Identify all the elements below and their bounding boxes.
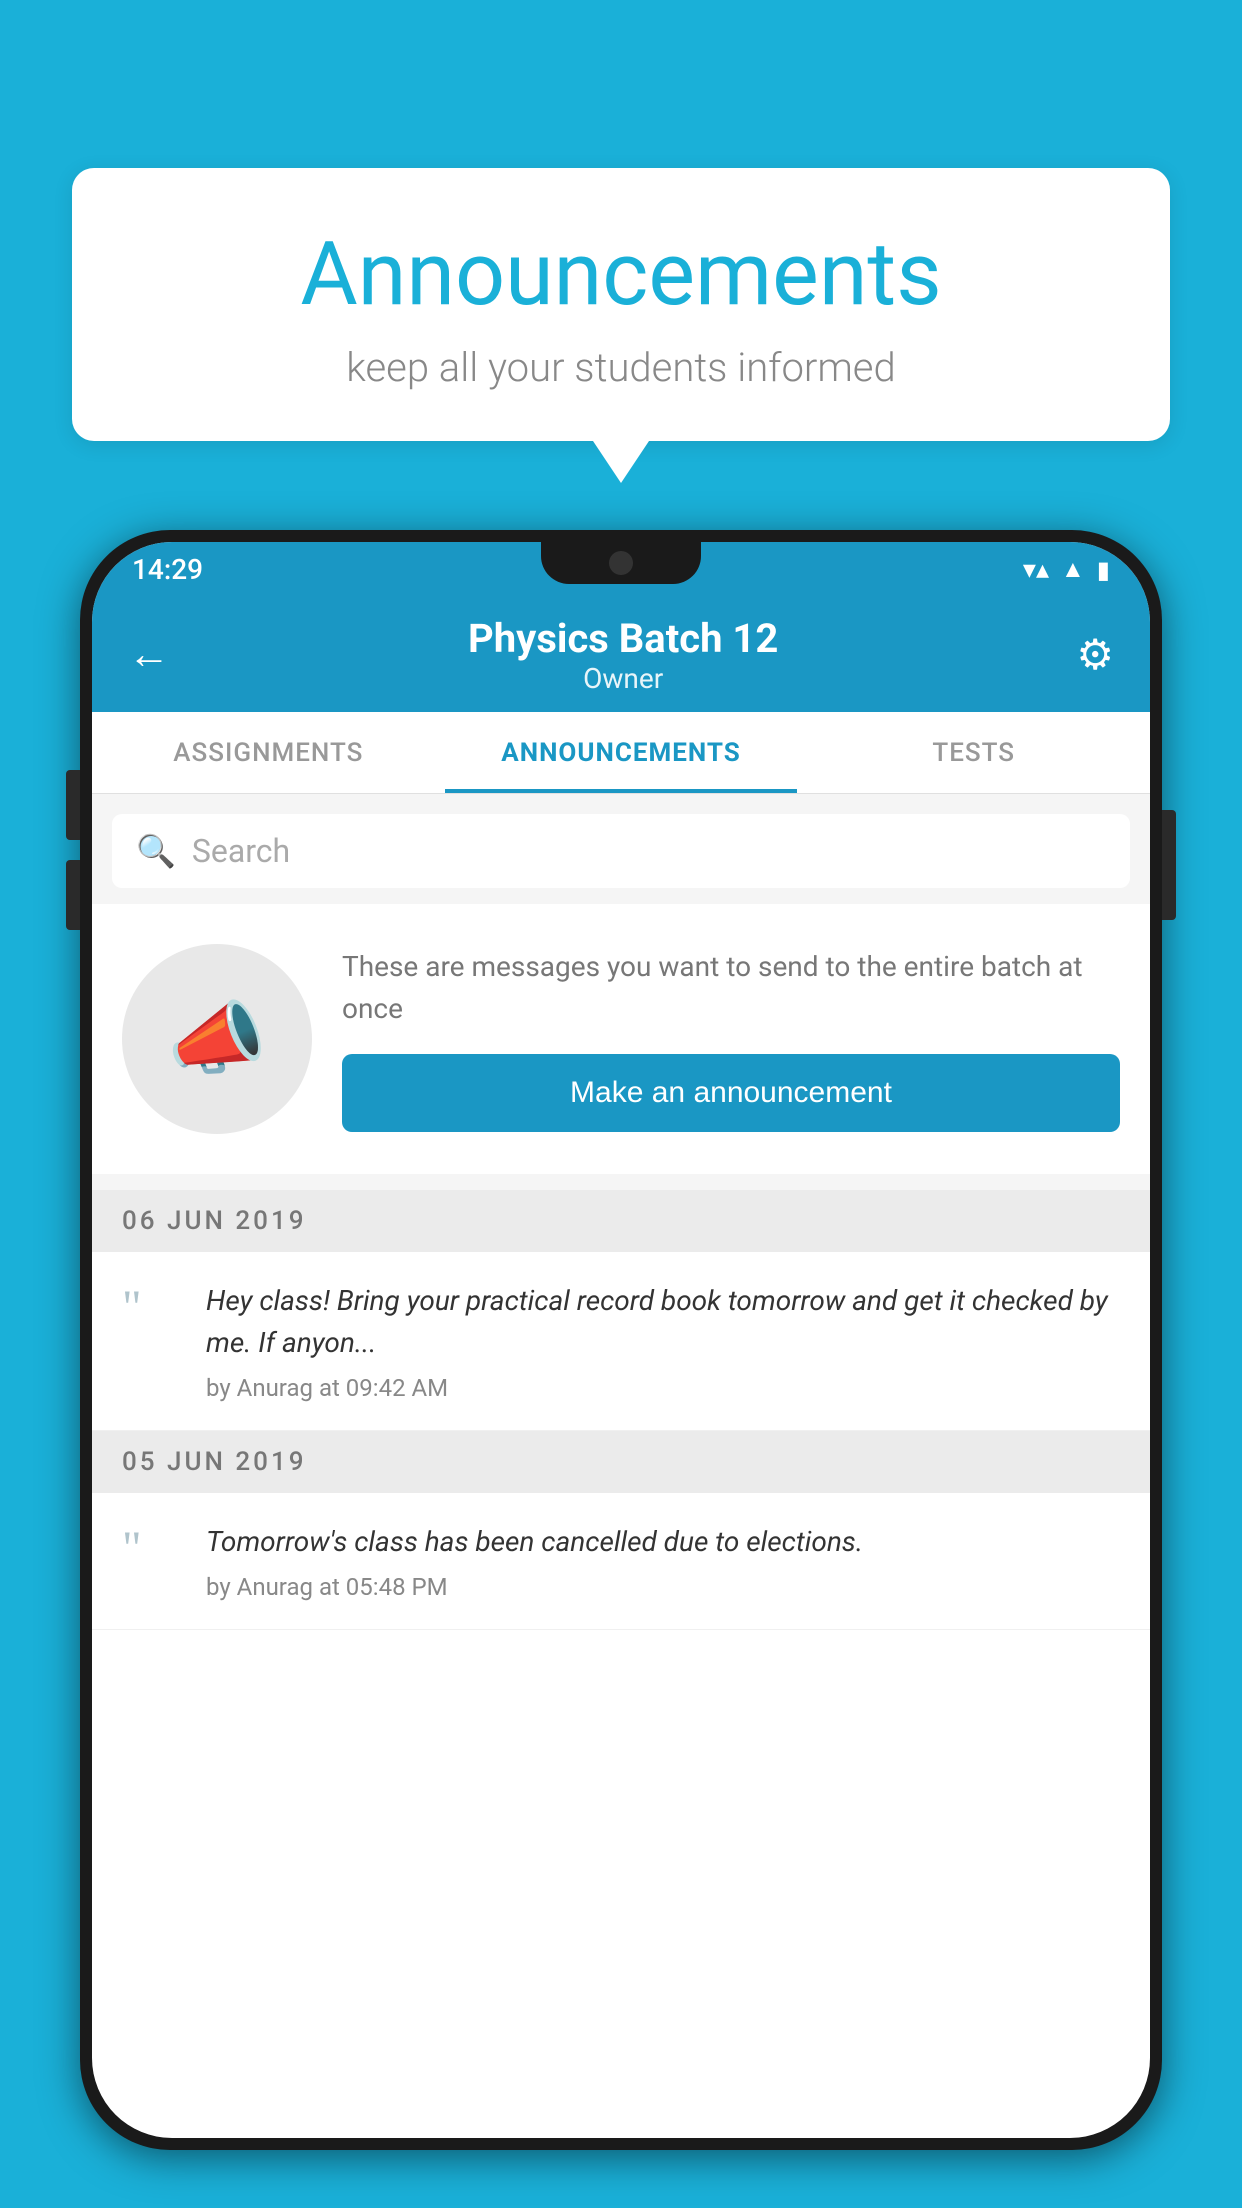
quote-icon-1: ": [122, 1280, 182, 1332]
announcement-meta-2: by Anurag at 05:48 PM: [206, 1573, 1120, 1601]
phone-camera: [609, 551, 633, 575]
bubble-subtitle: keep all your students informed: [132, 344, 1110, 391]
search-bar[interactable]: 🔍 Search: [112, 814, 1130, 888]
tab-assignments[interactable]: ASSIGNMENTS: [92, 712, 445, 793]
megaphone-icon: 📣: [167, 992, 267, 1086]
date-label-1: 06 JUN 2019: [122, 1206, 307, 1236]
cta-right: These are messages you want to send to t…: [342, 946, 1120, 1132]
announcement-item-2[interactable]: " Tomorrow's class has been cancelled du…: [92, 1493, 1150, 1630]
tab-tests[interactable]: TESTS: [797, 712, 1150, 793]
power-button: [1162, 810, 1176, 920]
app-header: ← Physics Batch 12 Owner ⚙: [92, 597, 1150, 712]
date-separator-2: 05 JUN 2019: [92, 1431, 1150, 1493]
tab-announcements[interactable]: ANNOUNCEMENTS: [445, 712, 798, 793]
phone-notch: [541, 542, 701, 584]
wifi-icon: ▾▴: [1023, 555, 1049, 585]
cta-description: These are messages you want to send to t…: [342, 946, 1120, 1030]
search-placeholder: Search: [192, 832, 290, 870]
megaphone-circle: 📣: [122, 944, 312, 1134]
battery-icon: ▮: [1097, 556, 1110, 584]
bubble-title: Announcements: [132, 223, 1110, 326]
search-icon: 🔍: [136, 832, 176, 870]
phone-wrapper: 14:29 ▾▴ ▲ ▮ ← Physics Batch 12 Owner ⚙: [80, 530, 1162, 2208]
phone-screen: 14:29 ▾▴ ▲ ▮ ← Physics Batch 12 Owner ⚙: [92, 542, 1150, 2138]
volume-down-button: [66, 860, 80, 930]
announcement-meta-1: by Anurag at 09:42 AM: [206, 1374, 1120, 1402]
announcement-text-1: Hey class! Bring your practical record b…: [206, 1280, 1120, 1364]
header-subtitle: Owner: [468, 662, 778, 695]
make-announcement-button[interactable]: Make an announcement: [342, 1054, 1120, 1132]
content-area: 🔍 Search 📣 These are messages you want t…: [92, 794, 1150, 1630]
announcement-content-1: Hey class! Bring your practical record b…: [206, 1280, 1120, 1402]
status-time: 14:29: [132, 553, 203, 586]
announcement-item-1[interactable]: " Hey class! Bring your practical record…: [92, 1252, 1150, 1431]
back-button[interactable]: ←: [128, 630, 170, 679]
status-icons: ▾▴ ▲ ▮: [1023, 555, 1110, 585]
header-title: Physics Batch 12: [468, 615, 778, 662]
date-label-2: 05 JUN 2019: [122, 1447, 307, 1477]
announcement-content-2: Tomorrow's class has been cancelled due …: [206, 1521, 1120, 1601]
cta-section: 📣 These are messages you want to send to…: [92, 904, 1150, 1174]
date-separator-1: 06 JUN 2019: [92, 1190, 1150, 1252]
speech-bubble: Announcements keep all your students inf…: [72, 168, 1170, 441]
signal-icon: ▲: [1061, 555, 1085, 584]
tabs: ASSIGNMENTS ANNOUNCEMENTS TESTS: [92, 712, 1150, 794]
volume-up-button: [66, 770, 80, 840]
header-center: Physics Batch 12 Owner: [468, 615, 778, 695]
content-inner: 🔍 Search 📣 These are messages you want t…: [92, 794, 1150, 1630]
announcement-text-2: Tomorrow's class has been cancelled due …: [206, 1521, 1120, 1563]
phone-outer: 14:29 ▾▴ ▲ ▮ ← Physics Batch 12 Owner ⚙: [80, 530, 1162, 2150]
quote-icon-2: ": [122, 1521, 182, 1573]
settings-icon[interactable]: ⚙: [1076, 630, 1114, 680]
